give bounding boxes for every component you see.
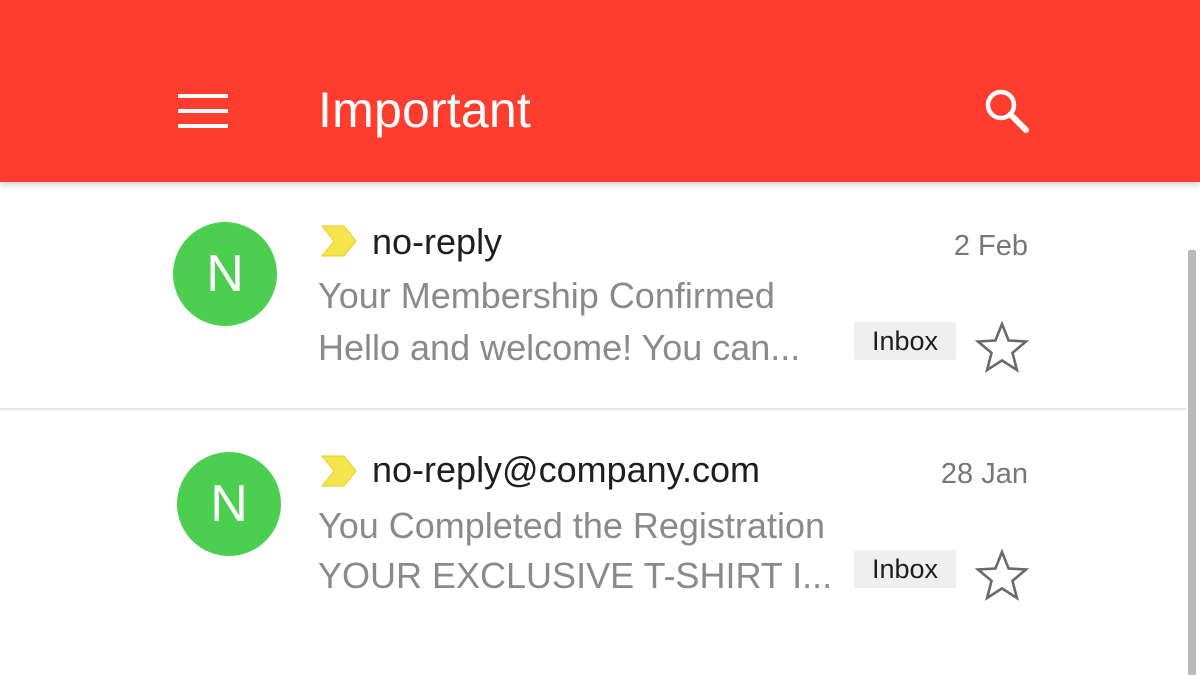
search-icon	[985, 89, 1029, 133]
inbox-label: Inbox	[854, 322, 956, 360]
menu-button[interactable]	[170, 82, 234, 140]
sender-avatar[interactable]: N	[177, 452, 281, 556]
scrollbar[interactable]	[1188, 250, 1196, 675]
email-list-item[interactable]: N no-reply 2 Feb Your Membership Confirm…	[0, 182, 1186, 408]
app-bar: Important	[0, 0, 1200, 182]
email-subject: Your Membership Confirmed	[318, 275, 775, 316]
star-button[interactable]	[974, 320, 1030, 376]
inbox-label: Inbox	[854, 550, 956, 588]
gmail-app: Important N no-reply 2 Feb Your Membersh…	[0, 0, 1200, 675]
importance-marker-icon[interactable]	[320, 454, 358, 488]
sender-avatar[interactable]: N	[173, 222, 277, 326]
star-outline-icon	[974, 548, 1030, 601]
importance-marker-icon[interactable]	[320, 224, 358, 258]
search-button[interactable]	[976, 80, 1040, 144]
email-list-item[interactable]: N no-reply@company.com 28 Jan You Comple…	[0, 410, 1186, 640]
email-sender: no-reply@company.com	[372, 449, 761, 490]
star-outline-icon	[974, 320, 1030, 373]
email-sender: no-reply	[372, 221, 503, 262]
page-title: Important	[318, 82, 532, 138]
star-button[interactable]	[974, 548, 1030, 604]
hamburger-menu-icon	[178, 94, 228, 128]
email-subject: You Completed the Registration	[318, 505, 825, 546]
email-snippet: Hello and welcome! You can...	[318, 327, 801, 368]
email-date: 2 Feb	[953, 230, 1028, 262]
email-snippet: YOUR EXCLUSIVE T-SHIRT I...	[318, 555, 833, 596]
email-date: 28 Jan	[940, 458, 1028, 490]
